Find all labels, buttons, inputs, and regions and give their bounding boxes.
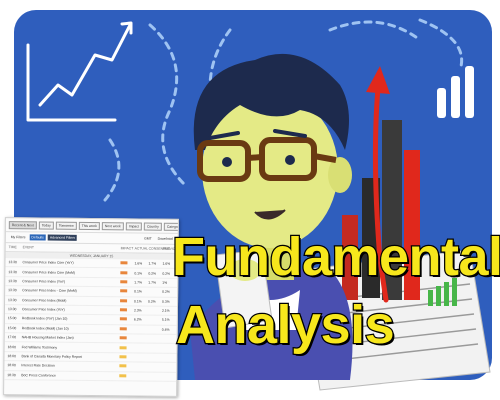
actual-value: 1.7% <box>134 280 143 285</box>
previous-value: 0.4% <box>161 327 170 332</box>
event-time: 18:00 <box>7 344 17 349</box>
event-time: 15:00 <box>7 325 17 331</box>
event-time: 18:30 <box>7 372 16 377</box>
event-time: 13:30 <box>8 269 17 274</box>
defaults-button[interactable]: Defaults <box>29 234 46 241</box>
column-time: TIME <box>8 245 17 250</box>
event-name: Consumer Price Index Core (YoY) <box>22 260 74 266</box>
calendar-rows: 13:30 Consumer Price Index Core (YoY) 1.6%… <box>4 258 178 382</box>
event-name: Consumer Price Index (MoM) <box>22 297 67 303</box>
impact-bar-icon <box>119 355 127 359</box>
impact-indicator <box>119 345 134 350</box>
event-name: Fed Williams Testimony <box>21 344 58 350</box>
impact-indicator <box>119 327 134 331</box>
event-time: 17:00 <box>7 335 17 340</box>
impact-dropdown[interactable]: Impact <box>125 222 142 231</box>
impact-bar-icon <box>120 280 128 284</box>
event-name: Consumer Price Index (YoY) <box>22 279 66 284</box>
impact-bar-icon <box>119 336 127 340</box>
actual-value: 0.1% <box>134 289 142 294</box>
event-name: BoC Press Conference <box>21 372 56 378</box>
column-impact: IMPACT <box>120 246 134 251</box>
event-name: Bank of Canada Monetary Policy Report <box>21 354 82 359</box>
event-time: 13:30 <box>7 307 17 312</box>
impact-indicator <box>119 317 134 322</box>
table-row[interactable]: 18:30 BoC Press Conference <box>4 370 177 382</box>
impact-indicator <box>119 336 134 340</box>
country-dropdown[interactable]: Country <box>143 222 162 231</box>
consensus-value: 0.2% <box>148 299 156 304</box>
impact-bar-icon <box>120 289 128 293</box>
actual-value: 0.1% <box>134 271 143 276</box>
timezone-selector[interactable]: GMT <box>142 236 154 242</box>
event-name: Consumer Price Index Core (MoM) <box>22 269 75 275</box>
actual-value: 6.2% <box>133 317 142 322</box>
tab-next-week[interactable]: Next week <box>101 222 124 231</box>
thumbnail-stage: Recent & Next Today Tomorrow This week N… <box>0 0 500 400</box>
event-name: Redbook Index (MoM) (Jan 10) <box>21 326 69 331</box>
impact-bar-icon <box>119 345 127 349</box>
actual-value: 0.1% <box>134 299 142 304</box>
event-time: 18:00 <box>7 363 16 368</box>
impact-bar-icon <box>120 270 128 274</box>
previous-value: 5.1% <box>161 318 170 323</box>
impact-indicator <box>119 373 133 378</box>
impact-bar-icon <box>119 308 127 312</box>
event-time: 13:30 <box>8 297 17 302</box>
my-filters-button[interactable]: My Filters <box>9 234 28 240</box>
event-name: NAHB Housing Market Index (Jan) <box>21 335 74 341</box>
advanced-filters-button[interactable]: Advanced Filters <box>47 234 78 241</box>
previous-value: 0.3% <box>162 299 170 304</box>
previous-value: 0.2% <box>162 290 170 295</box>
impact-indicator <box>120 280 134 284</box>
event-name: Redbook Index (YoY) (Jan 10) <box>21 316 68 322</box>
impact-bar-icon <box>120 261 128 265</box>
previous-value: 2.1% <box>161 308 170 313</box>
title-line-fundamental: Fundamental <box>171 226 500 289</box>
tab-this-week[interactable]: This week <box>78 221 100 231</box>
event-time: 18:00 <box>7 354 17 359</box>
tab-today[interactable]: Today <box>38 221 54 230</box>
tab-tomorrow[interactable]: Tomorrow <box>55 221 77 230</box>
column-consensus: CONSENSUS <box>148 246 171 251</box>
consensus-value: 1.7% <box>148 280 157 285</box>
consensus-value: 0.2% <box>148 271 157 276</box>
impact-indicator <box>120 270 134 275</box>
event-time: 13:30 <box>8 288 17 293</box>
column-actual: ACTUAL <box>134 246 149 251</box>
consensus-value: 1.7% <box>148 261 157 266</box>
event-time: 13:30 <box>8 260 17 265</box>
actual-value: 1.6% <box>134 261 143 266</box>
event-time: 15:00 <box>7 316 17 321</box>
event-name: Interest Rate Decision <box>21 363 55 368</box>
event-time: 13:30 <box>8 279 17 284</box>
tab-recent-next[interactable]: Recent & Next <box>8 221 37 230</box>
impact-indicator <box>119 308 134 312</box>
impact-bar-icon <box>119 327 127 331</box>
title-line-analysis: Analysis <box>175 294 396 357</box>
impact-bar-icon <box>119 373 127 378</box>
impact-bar-icon <box>120 298 128 303</box>
impact-bar-icon <box>119 317 127 321</box>
impact-indicator <box>119 364 133 369</box>
impact-indicator <box>120 289 134 294</box>
event-name: Consumer Price Index - Core (MoM) <box>22 288 77 294</box>
actual-value: 2.3% <box>133 308 142 313</box>
impact-indicator <box>120 261 134 265</box>
impact-indicator <box>120 298 134 303</box>
impact-indicator <box>119 355 133 359</box>
economic-calendar-screenshot: Recent & Next Today Tomorrow This week N… <box>3 217 179 397</box>
event-name: Consumer Price Index (YoY) <box>21 307 65 312</box>
impact-bar-icon <box>119 364 127 368</box>
column-event: EVENT <box>22 245 34 250</box>
